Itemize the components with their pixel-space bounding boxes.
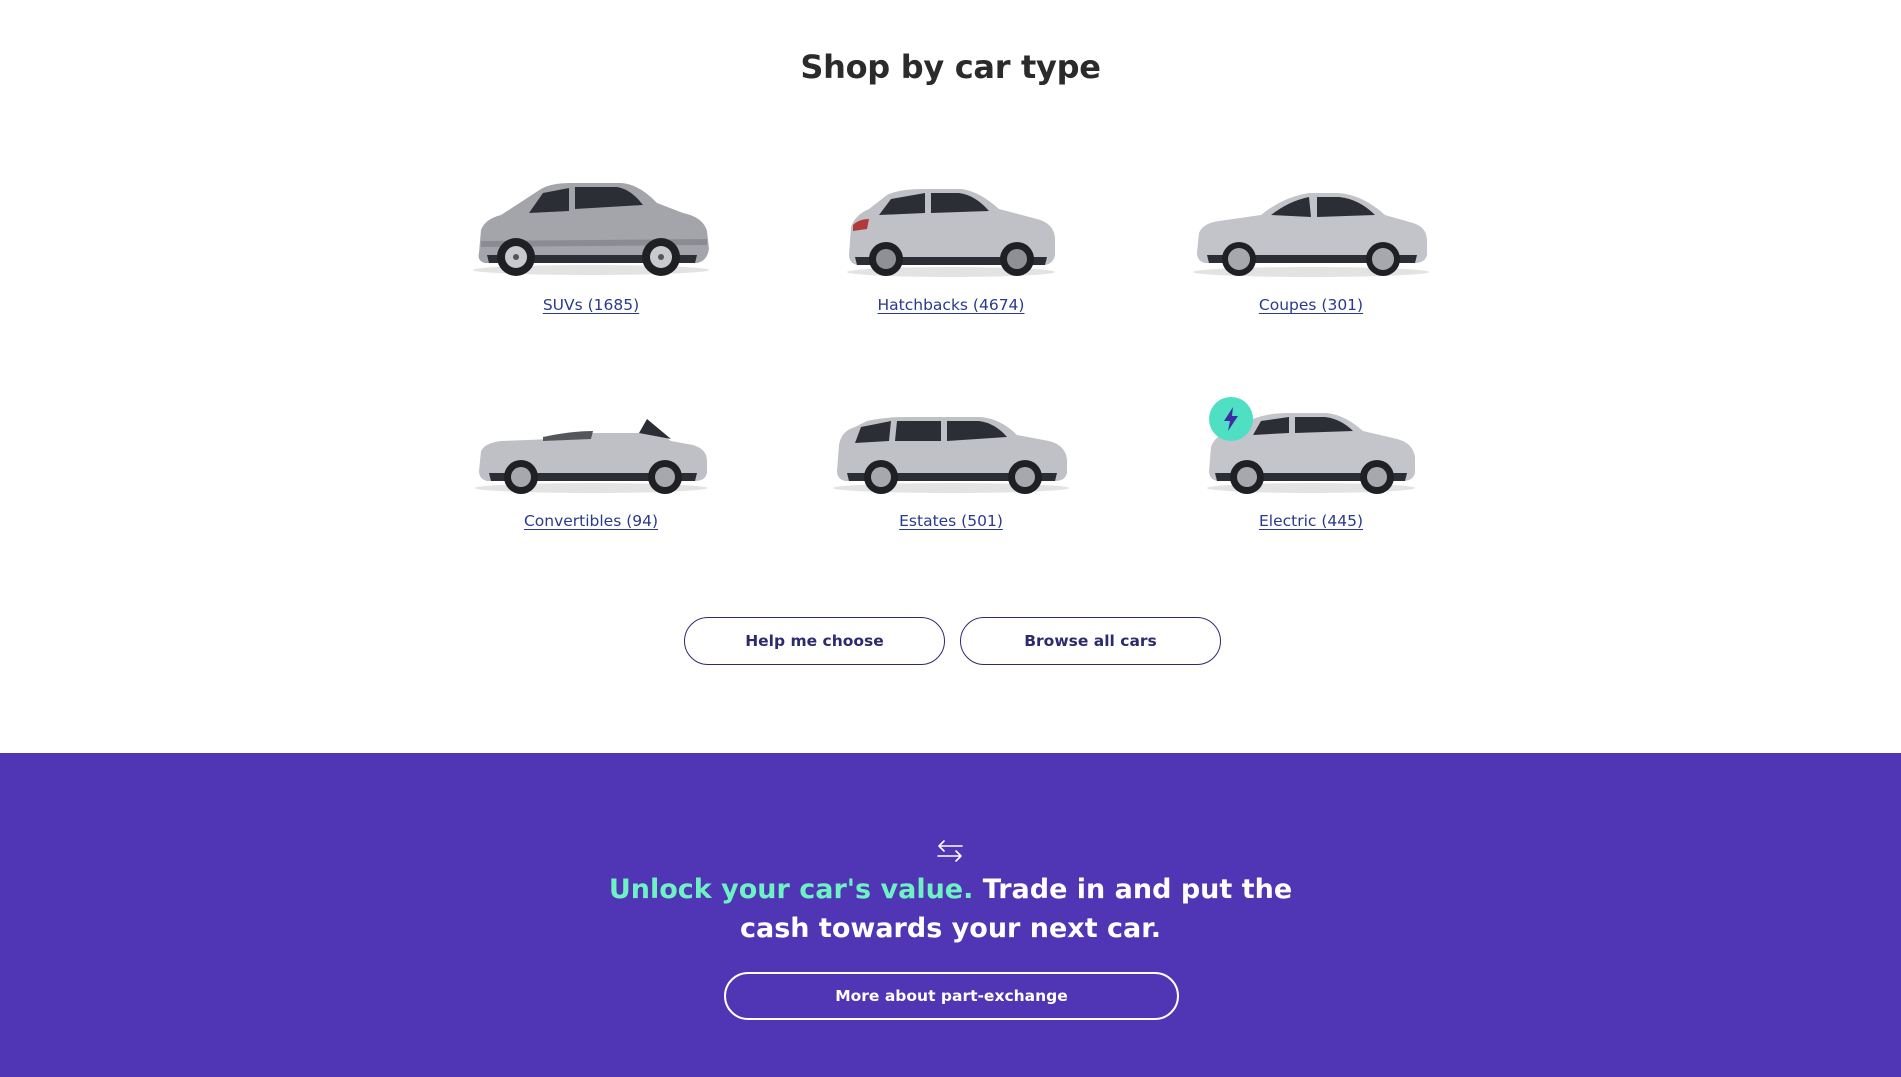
car-type-link-estate[interactable]: Estates (501) — [801, 512, 1101, 530]
headline-text-line1: Trade in and put the — [982, 874, 1293, 905]
shop-by-car-type-section: Shop by car type SUVs (1685) Hatchbacks … — [0, 0, 1901, 753]
car-type-tile-electric[interactable]: Electric (445) — [1161, 391, 1461, 581]
estate-car-image[interactable] — [831, 391, 1071, 501]
car-type-tile-coupe[interactable]: Coupes (301) — [1161, 175, 1461, 365]
coupe-car-image[interactable] — [1191, 175, 1431, 285]
shop-action-buttons: Help me choose Browse all cars — [0, 617, 1901, 665]
part-exchange-headline: Unlock your car's value. Trade in and pu… — [0, 870, 1901, 948]
headline-text-line2: cash towards your next car. — [740, 913, 1161, 944]
car-type-link-convertible[interactable]: Convertibles (94) — [441, 512, 741, 530]
convertible-car-image[interactable] — [471, 391, 711, 501]
car-type-tile-convertible[interactable]: Convertibles (94) — [441, 391, 741, 581]
car-type-tile-estate[interactable]: Estates (501) — [801, 391, 1101, 581]
car-type-link-suv[interactable]: SUVs (1685) — [441, 296, 741, 314]
car-type-tile-suv[interactable]: SUVs (1685) — [441, 175, 741, 365]
page: Shop by car type SUVs (1685) Hatchbacks … — [0, 0, 1901, 1077]
car-type-link-electric[interactable]: Electric (445) — [1161, 512, 1461, 530]
lightning-bolt-icon — [1224, 407, 1238, 431]
car-type-tile-hatchback[interactable]: Hatchbacks (4674) — [801, 175, 1101, 365]
car-type-link-hatchback[interactable]: Hatchbacks (4674) — [801, 296, 1101, 314]
swap-arrows-icon — [937, 840, 963, 862]
hatchback-car-image[interactable] — [831, 175, 1071, 285]
suv-car-image[interactable] — [471, 175, 711, 285]
headline-highlight: Unlock your car's value. — [608, 874, 974, 905]
part-exchange-section: Unlock your car's value. Trade in and pu… — [0, 753, 1901, 1077]
help-me-choose-button[interactable]: Help me choose — [684, 617, 945, 665]
car-type-link-coupe[interactable]: Coupes (301) — [1161, 296, 1461, 314]
electric-badge — [1209, 397, 1253, 441]
more-about-part-exchange-button[interactable]: More about part-exchange — [724, 972, 1179, 1020]
browse-all-cars-button[interactable]: Browse all cars — [960, 617, 1221, 665]
